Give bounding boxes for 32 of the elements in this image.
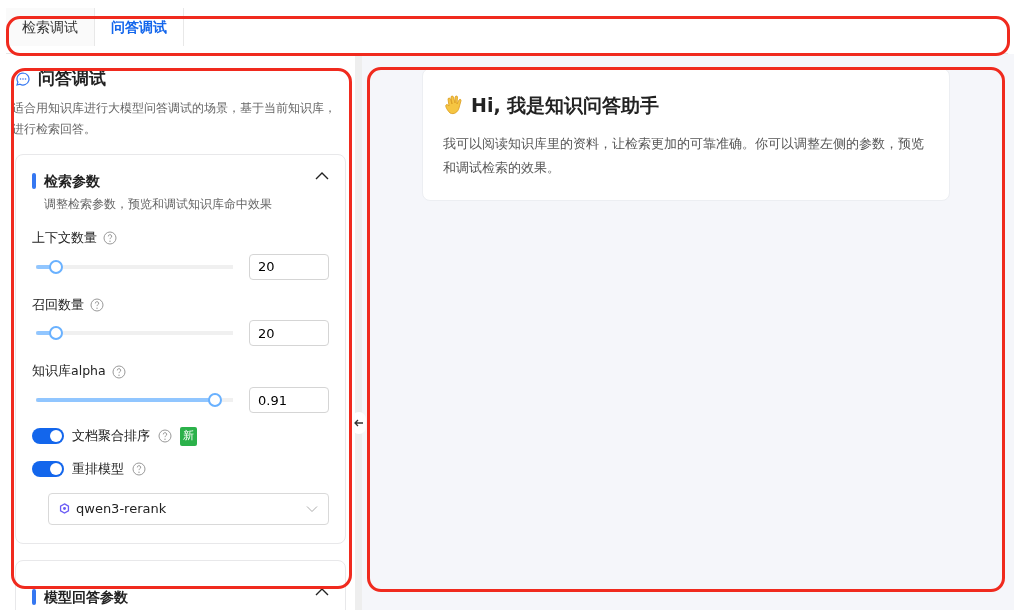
greeting-message: 我可以阅读知识库里的资料，让检索更加的可靠准确。你可以调整左侧的参数，预览和调试检索的效果。 (443, 134, 925, 177)
field-label: 知识库alpha (32, 362, 106, 381)
help-icon (103, 231, 117, 246)
number-input[interactable]: 20 (249, 320, 329, 347)
field-label: 上下文数量 (32, 228, 97, 247)
model-icon (59, 503, 70, 514)
toggle-label: 文档聚合排序 (72, 427, 150, 445)
toggle-switch[interactable] (32, 461, 64, 478)
section-title: 检索参数 (44, 171, 100, 191)
field-label: 召回数量 (32, 295, 84, 314)
dropdown-icon (306, 504, 318, 513)
slider-thumb[interactable] (208, 393, 223, 407)
section-title: 模型回答参数 (44, 587, 128, 607)
slider-thumb[interactable] (48, 326, 63, 341)
new-badge: 新 (180, 427, 197, 446)
toggle-switch[interactable] (32, 428, 64, 445)
help-icon (158, 429, 172, 444)
number-input[interactable]: 20 (249, 253, 329, 280)
panel-title: 问答调试 (38, 67, 106, 90)
help-icon (90, 297, 104, 312)
slider-thumb[interactable] (48, 259, 63, 274)
toggle-label: 重排模型 (72, 459, 124, 478)
greeting-title: Hi, 我是知识问答助手 (471, 93, 660, 118)
collapse-handle[interactable] (352, 412, 366, 434)
collapse-icon[interactable] (315, 170, 329, 181)
collapse-icon[interactable] (315, 586, 329, 597)
chat-icon (16, 71, 30, 86)
section-subtitle: 调整检索参数，预览和调试知识库命中效果 (44, 195, 272, 213)
help-icon (111, 364, 126, 379)
model-select[interactable]: qwen3-rerank (48, 492, 329, 525)
number-input[interactable]: 0.91 (249, 387, 329, 413)
help-icon (132, 462, 146, 477)
